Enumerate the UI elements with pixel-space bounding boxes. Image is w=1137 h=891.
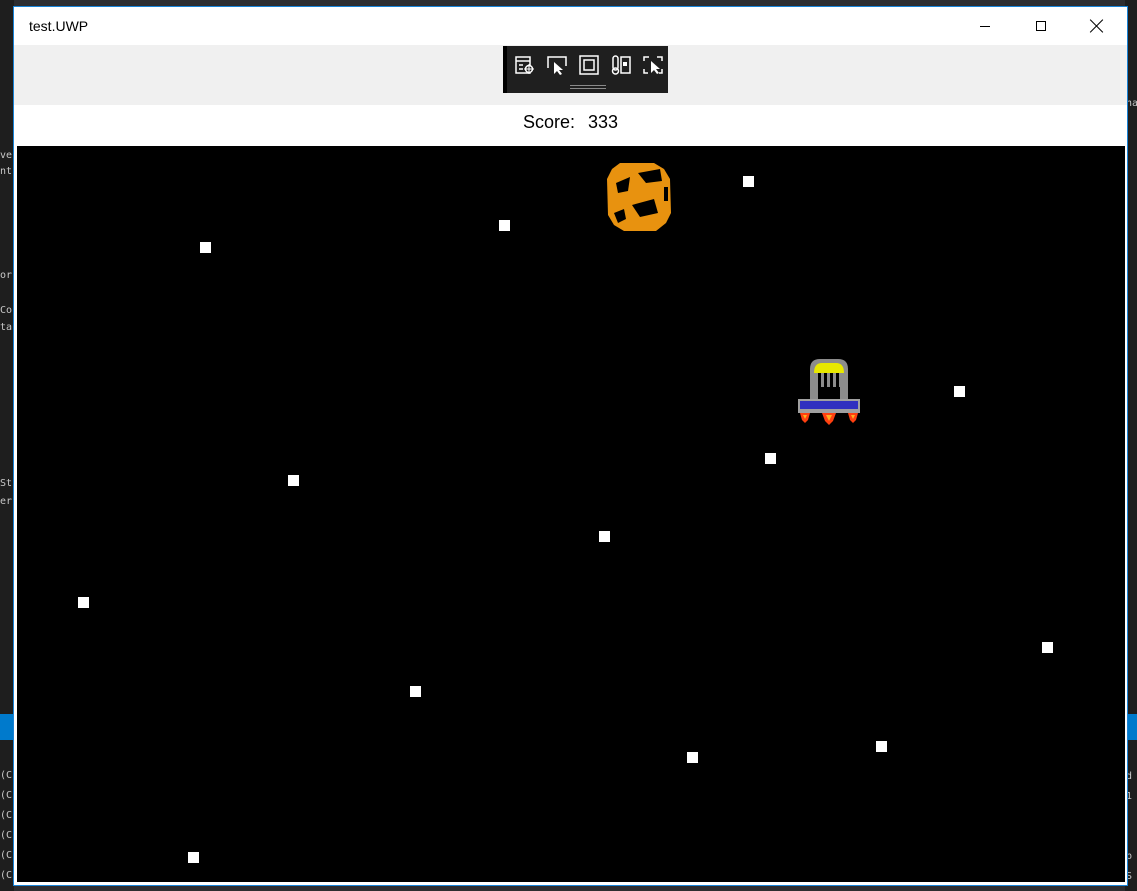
ide-text-fragment: er [0, 496, 13, 507]
ide-left-edge: ve nt or Co ta St er (C (C (C (C (C (C [0, 0, 14, 891]
star [876, 741, 887, 752]
ide-text-fragment: (C [0, 830, 13, 841]
ide-text-fragment: (C [0, 810, 13, 821]
ide-text-fragment: ta [0, 322, 13, 333]
window-title: test.UWP [29, 18, 89, 34]
star [78, 597, 89, 608]
star [765, 453, 776, 464]
preview-selection-button[interactable] [641, 53, 665, 77]
select-element-icon [547, 56, 567, 75]
asteroid [607, 163, 671, 231]
ide-text-fragment: Co [0, 305, 13, 316]
ide-text-fragment: or [0, 270, 13, 281]
debug-toolbar-band [14, 45, 1127, 105]
star [410, 686, 421, 697]
ide-text-fragment: ve [0, 150, 13, 161]
minimize-icon [980, 25, 990, 27]
track-focus-icon [611, 55, 631, 75]
ide-text-fragment: (C [0, 870, 13, 881]
player-ship [798, 359, 860, 425]
track-focus-button[interactable] [609, 53, 633, 77]
minimize-button[interactable] [962, 7, 1008, 45]
star [1042, 642, 1053, 653]
app-window: test.UWP Score: 333 [13, 6, 1128, 886]
star [599, 531, 610, 542]
star [687, 752, 698, 763]
star [499, 220, 510, 231]
toolbar-grip[interactable] [570, 85, 606, 89]
ide-text-fragment: (C [0, 790, 13, 801]
star [200, 242, 211, 253]
ide-text-fragment: St [0, 478, 13, 489]
ide-status-strip [0, 714, 14, 740]
live-visual-tree-icon [515, 56, 534, 74]
display-layout-adorners-button[interactable] [577, 53, 601, 77]
ide-text-fragment: (C [0, 770, 13, 781]
title-bar[interactable]: test.UWP [14, 7, 1127, 45]
score-display: Score: 333 [14, 105, 1127, 145]
ide-text-fragment: (C [0, 850, 13, 861]
close-icon [1090, 19, 1104, 33]
close-button[interactable] [1074, 7, 1120, 45]
game-canvas[interactable] [17, 146, 1125, 882]
ide-text-fragment: nt [0, 166, 13, 177]
star [288, 475, 299, 486]
maximize-icon [1036, 21, 1046, 31]
select-element-button[interactable] [545, 53, 569, 77]
star [954, 386, 965, 397]
star [188, 852, 199, 863]
preview-selection-icon [643, 56, 663, 74]
in-app-debug-toolbar [503, 46, 668, 93]
star [743, 176, 754, 187]
score-value: 333 [587, 112, 619, 132]
maximize-button[interactable] [1018, 7, 1064, 45]
score-label: Score: [522, 112, 575, 132]
display-layout-adorners-icon [579, 55, 599, 75]
live-visual-tree-button[interactable] [513, 53, 537, 77]
